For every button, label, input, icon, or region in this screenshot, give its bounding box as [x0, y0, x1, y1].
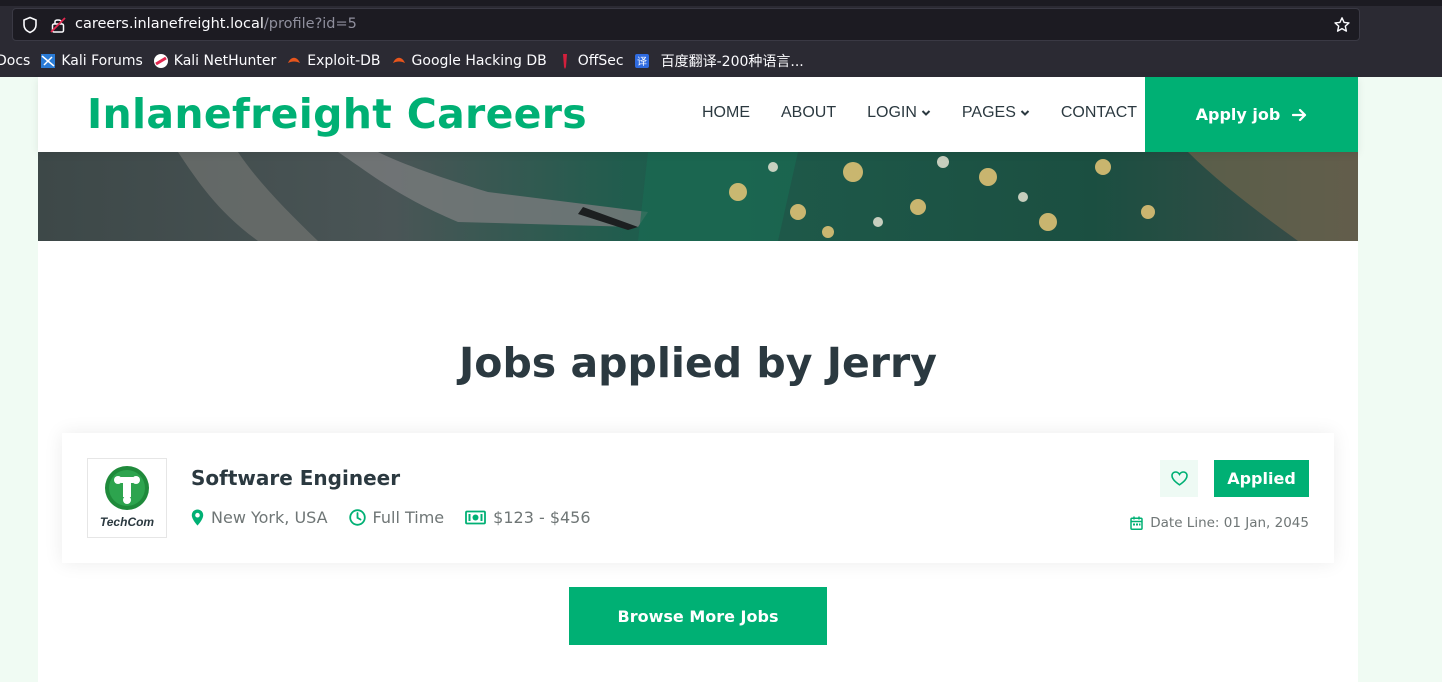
date-line-text: Date Line: 01 Jan, 2045 — [1150, 515, 1309, 531]
map-pin-icon — [191, 509, 204, 526]
bookmark-label: Docs — [0, 53, 31, 69]
money-bill-icon — [465, 510, 487, 525]
job-title[interactable]: Software Engineer — [191, 466, 400, 490]
applied-label: Applied — [1227, 469, 1296, 488]
bookmark-exploit-db[interactable]: Exploit-DB — [286, 53, 381, 69]
browse-more-jobs-button[interactable]: Browse More Jobs — [569, 587, 827, 645]
bookmark-baidu-translate[interactable]: 译 百度翻译-200种语言... — [634, 51, 804, 71]
browse-label: Browse More Jobs — [617, 606, 779, 626]
company-logo-text: TechCom — [100, 515, 155, 529]
page-content: Inlanefreight Careers HOME ABOUT LOGIN P… — [38, 77, 1358, 682]
job-salary: $123 - $456 — [465, 508, 591, 527]
job-date-line: Date Line: 01 Jan, 2045 — [1130, 515, 1309, 531]
heart-icon — [1170, 471, 1188, 486]
bookmark-label: Exploit-DB — [307, 53, 381, 69]
browser-chrome: careers.inlanefreight.local/profile?id=5… — [0, 0, 1442, 77]
url-text[interactable]: careers.inlanefreight.local/profile?id=5 — [75, 16, 357, 32]
insecure-lock-icon[interactable] — [49, 16, 67, 34]
apply-job-label: Apply job — [1195, 105, 1281, 124]
hero-photo — [38, 152, 1358, 241]
nav-label: ABOUT — [781, 104, 837, 121]
nav-pages[interactable]: PAGES — [962, 104, 1030, 122]
shield-icon[interactable] — [21, 16, 39, 34]
chevron-down-icon — [921, 110, 931, 116]
bookmark-docs[interactable]: Docs — [0, 53, 30, 69]
nav-label: PAGES — [961, 104, 1016, 121]
tab-strip — [0, 0, 1442, 6]
address-bar[interactable]: careers.inlanefreight.local/profile?id=5 — [12, 8, 1360, 41]
chevron-down-icon — [1020, 110, 1030, 116]
arrow-right-icon — [1292, 108, 1307, 121]
bookmark-kali-nethunter[interactable]: Kali NetHunter — [153, 53, 276, 69]
svg-text:译: 译 — [637, 56, 647, 68]
nav-home[interactable]: HOME — [702, 104, 750, 122]
exploit-db-icon — [288, 57, 301, 63]
kali-nethunter-icon — [153, 54, 168, 68]
bookmark-label: OffSec — [577, 53, 624, 69]
nav-menu: HOME ABOUT LOGIN PAGES CONTACT — [702, 104, 1168, 122]
bookmarks-toolbar: Docs Kali Forums Kali NetHunter Exploit-… — [0, 49, 814, 73]
clock-icon — [348, 509, 366, 526]
job-location: New York, USA — [191, 508, 328, 527]
calendar-icon — [1130, 516, 1143, 530]
bookmark-google-hacking-db[interactable]: Google Hacking DB — [391, 53, 547, 69]
google-hacking-db-icon — [392, 57, 405, 63]
company-logo[interactable]: TechCom — [87, 458, 167, 538]
favorite-button[interactable] — [1160, 460, 1198, 497]
bookmark-label: 百度翻译-200种语言... — [660, 54, 804, 70]
bookmark-label: Kali NetHunter — [173, 53, 277, 69]
kali-forums-icon — [41, 54, 56, 68]
page-title: Jobs applied by Jerry — [459, 339, 937, 387]
site-navbar: Inlanefreight Careers HOME ABOUT LOGIN P… — [38, 77, 1358, 152]
bookmark-kali-forums[interactable]: Kali Forums — [40, 53, 143, 69]
nav-login[interactable]: LOGIN — [867, 104, 931, 122]
nav-label: LOGIN — [867, 104, 917, 121]
techcom-logo-icon: TechCom — [100, 466, 155, 529]
applied-status-button[interactable]: Applied — [1214, 460, 1309, 497]
bookmark-label: Kali Forums — [61, 53, 143, 69]
job-meta: New York, USA Full Time $123 - $456 — [191, 508, 612, 527]
nav-contact[interactable]: CONTACT — [1061, 104, 1137, 122]
url-host: careers.inlanefreight.local — [75, 16, 264, 32]
apply-job-button[interactable]: Apply job — [1145, 77, 1358, 152]
nav-label: CONTACT — [1060, 104, 1138, 121]
job-type-text: Full Time — [372, 508, 445, 527]
nav-about[interactable]: ABOUT — [781, 104, 836, 122]
offsec-icon — [562, 54, 567, 69]
baidu-translate-icon: 译 — [634, 54, 649, 68]
bookmark-star-icon[interactable] — [1333, 16, 1351, 34]
bookmark-offsec[interactable]: OffSec — [557, 53, 624, 69]
job-type: Full Time — [348, 508, 445, 527]
bookmark-label: Google Hacking DB — [411, 53, 547, 69]
nav-label: HOME — [702, 104, 750, 121]
url-path: /profile?id=5 — [263, 16, 357, 32]
job-card: TechCom Software Engineer New York, USA … — [62, 433, 1334, 563]
site-brand[interactable]: Inlanefreight Careers — [87, 90, 587, 138]
job-location-text: New York, USA — [211, 508, 328, 527]
job-salary-text: $123 - $456 — [493, 508, 591, 527]
hero-banner-image — [38, 152, 1358, 241]
